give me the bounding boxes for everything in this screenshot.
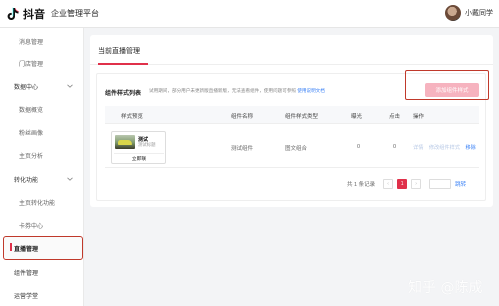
column-header: 曝光 xyxy=(351,114,363,120)
pagination: 共 1 条记录 ‹ 1 › 跳转 xyxy=(347,178,466,190)
sidebar: 消息管理 门店管理 数据中心 数据概览 粉丝画像 主页分析 转化功能 主页转化功… xyxy=(0,28,84,306)
user-name: 小戴同学 xyxy=(465,10,493,17)
sidebar-item-label: 主页转化功能 xyxy=(19,200,56,207)
sidebar-item-label: 消息管理 xyxy=(19,39,44,46)
prev-page-button[interactable]: ‹ xyxy=(383,179,394,189)
sidebar-item-live-management[interactable]: 直播管理 xyxy=(3,236,83,260)
sidebar-item-operation-academy[interactable]: 运营学堂 xyxy=(0,285,84,305)
page-number-current[interactable]: 1 xyxy=(397,179,408,189)
component-style-panel: 组件样式列表 试用期间，部分用户未更新版直播新版，无法查看组件，使用问题可参照 … xyxy=(96,70,489,201)
preview-subtitle: 测试标题 xyxy=(138,142,156,147)
total-records: 共 1 条记录 xyxy=(347,182,376,188)
table-header: 样式预览 组件名称 组件样式类型 曝光 点击 操作 xyxy=(105,106,479,124)
brand-name: 抖音 xyxy=(23,8,45,21)
column-header: 样式预览 xyxy=(121,114,144,120)
hint-link[interactable]: 使用说明文档 xyxy=(297,88,325,93)
panel-hint: 试用期间，部分用户未更新版直播新版，无法查看组件，使用问题可参照 使用说明文档 xyxy=(149,88,325,94)
sidebar-item-label: 运营学堂 xyxy=(14,293,39,300)
add-component-style-button[interactable]: 添加组件样式 xyxy=(425,83,479,97)
exposure-count: 0 xyxy=(357,144,361,150)
platform-subtitle: 企业管理平台 xyxy=(51,9,99,18)
sidebar-item-homepage-analysis[interactable]: 主页分析 xyxy=(0,145,84,165)
sidebar-item-label: 门店管理 xyxy=(19,61,44,68)
sidebar-item-label: 数据概览 xyxy=(19,107,44,114)
sidebar-item-fan-profile[interactable]: 粉丝画像 xyxy=(0,122,84,142)
sidebar-item-component-management[interactable]: 组件管理 xyxy=(0,262,84,282)
sidebar-item-data-overview[interactable]: 数据概览 xyxy=(0,99,84,119)
style-preview-card: 测试 测试标题 立即联 xyxy=(111,131,166,164)
top-bar: 抖音 企业管理平台 小戴同学 xyxy=(0,0,499,28)
sidebar-item-homepage-conversion[interactable]: 主页转化功能 xyxy=(0,192,84,212)
detail-link[interactable]: 详情 xyxy=(413,145,423,151)
brand-logo[interactable]: 抖音 企业管理平台 xyxy=(6,6,99,22)
sidebar-item-label: 粉丝画像 xyxy=(19,130,44,137)
watermark: 知乎 @陈成 xyxy=(408,280,483,296)
sidebar-item-label: 组件管理 xyxy=(14,270,39,277)
chevron-down-icon xyxy=(67,177,73,181)
page-jump-button[interactable]: 跳转 xyxy=(455,180,466,188)
sidebar-item-label: 主页分析 xyxy=(19,153,44,160)
sidebar-item-label: 数据中心 xyxy=(14,84,39,91)
tab-underline xyxy=(98,63,148,65)
preview-cta-button: 立即联 xyxy=(114,153,164,162)
sidebar-group-conversion[interactable]: 转化功能 xyxy=(0,169,84,189)
click-count: 0 xyxy=(393,144,397,150)
component-style-type: 图文组合 xyxy=(285,146,308,152)
table-row: 测试 测试标题 立即联 测试组件 图文组合 0 0 详情 修改组件样式 移除 xyxy=(105,124,479,168)
page-jump-input[interactable] xyxy=(429,179,452,189)
tiktok-icon xyxy=(7,7,19,20)
chevron-down-icon xyxy=(67,84,73,88)
next-page-button[interactable]: › xyxy=(411,179,422,189)
sidebar-item-stores[interactable]: 门店管理 xyxy=(0,53,84,73)
tab-bar: 当前直播管理 xyxy=(90,35,493,65)
sidebar-group-data-center[interactable]: 数据中心 xyxy=(0,76,84,96)
panel-title: 组件样式列表 xyxy=(105,91,142,97)
sidebar-item-label: 转化功能 xyxy=(14,177,39,184)
sidebar-item-label: 直播管理 xyxy=(14,246,39,253)
sidebar-item-coupon-center[interactable]: 卡券中心 xyxy=(0,215,84,235)
sidebar-item-messages[interactable]: 消息管理 xyxy=(0,31,84,51)
sidebar-item-label: 卡券中心 xyxy=(19,223,44,230)
row-actions: 详情 修改组件样式 移除 xyxy=(413,144,476,151)
user-menu[interactable]: 小戴同学 xyxy=(445,5,493,21)
preview-image xyxy=(115,135,135,149)
hint-text: 试用期间，部分用户未更新版直播新版，无法查看组件，使用问题可参照 xyxy=(149,88,297,93)
main-content: 当前直播管理 组件样式列表 试用期间，部分用户未更新版直播新版，无法查看组件，使… xyxy=(90,35,493,207)
column-header: 操作 xyxy=(413,114,425,120)
remove-link[interactable]: 移除 xyxy=(465,145,475,151)
column-header: 组件样式类型 xyxy=(285,114,319,120)
column-header: 组件名称 xyxy=(231,114,254,120)
edit-style-link[interactable]: 修改组件样式 xyxy=(429,145,460,151)
column-header: 点击 xyxy=(389,114,401,120)
tab-current-live[interactable]: 当前直播管理 xyxy=(98,46,140,56)
avatar[interactable] xyxy=(445,5,461,21)
component-name: 测试组件 xyxy=(231,146,254,152)
